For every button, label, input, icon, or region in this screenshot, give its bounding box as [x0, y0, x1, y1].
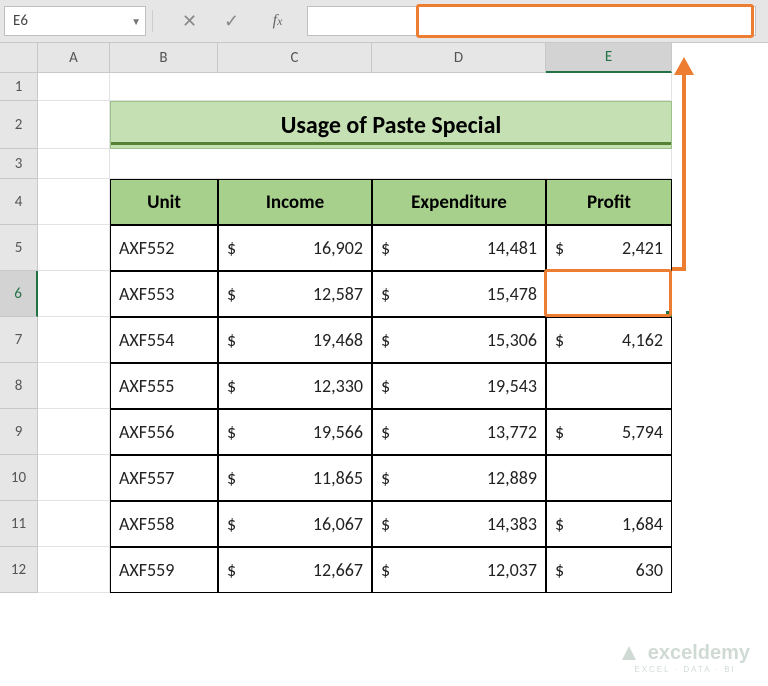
column-header-D[interactable]: D [372, 43, 546, 73]
row-header-10[interactable]: 10 [0, 455, 38, 501]
header-expenditure[interactable]: Expenditure [372, 179, 546, 225]
cell-expenditure-7[interactable]: $15,306 [372, 317, 546, 363]
cell-income-12[interactable]: $12,667 [218, 547, 372, 593]
watermark: exceldemy EXCEL · DATA · BI [620, 642, 750, 674]
formula-input[interactable] [307, 6, 756, 36]
cell-unit-7[interactable]: AXF554 [110, 317, 218, 363]
cell-A6[interactable] [38, 271, 110, 317]
cell-B1[interactable] [110, 73, 672, 101]
formula-buttons: ✕ ✓ fx [169, 6, 307, 36]
column-header-E[interactable]: E [546, 43, 672, 73]
enter-icon[interactable]: ✓ [211, 6, 253, 36]
cell-A7[interactable] [38, 317, 110, 363]
cell-A2[interactable] [38, 101, 110, 149]
header-unit[interactable]: Unit [110, 179, 218, 225]
cell-A11[interactable] [38, 501, 110, 547]
cell-income-8[interactable]: $12,330 [218, 363, 372, 409]
row-header-12[interactable]: 12 [0, 547, 38, 593]
name-box-value: E6 [13, 12, 28, 30]
cell-A8[interactable] [38, 363, 110, 409]
cell-profit-6[interactable] [546, 271, 672, 317]
cell-A3[interactable] [38, 149, 110, 179]
column-headers: ABCDE [38, 43, 672, 73]
cell-unit-8[interactable]: AXF555 [110, 363, 218, 409]
header-profit[interactable]: Profit [546, 179, 672, 225]
cell-expenditure-8[interactable]: $19,543 [372, 363, 546, 409]
cell-expenditure-12[interactable]: $12,037 [372, 547, 546, 593]
separator [152, 10, 153, 32]
cell-unit-10[interactable]: AXF557 [110, 455, 218, 501]
cell-income-7[interactable]: $19,468 [218, 317, 372, 363]
title-cell[interactable]: Usage of Paste Special [110, 101, 672, 149]
name-box-dropdown-icon[interactable]: ▼ [131, 15, 141, 28]
row-headers: 123456789101112 [0, 73, 38, 593]
arrow-head-icon [674, 57, 694, 75]
row-header-9[interactable]: 9 [0, 409, 38, 455]
cell-A9[interactable] [38, 409, 110, 455]
cell-unit-12[interactable]: AXF559 [110, 547, 218, 593]
cell-income-11[interactable]: $16,067 [218, 501, 372, 547]
cell-expenditure-10[interactable]: $12,889 [372, 455, 546, 501]
cell-income-10[interactable]: $11,865 [218, 455, 372, 501]
cell-income-9[interactable]: $19,566 [218, 409, 372, 455]
cell-A1[interactable] [38, 73, 110, 101]
row-header-8[interactable]: 8 [0, 363, 38, 409]
cell-unit-6[interactable]: AXF553 [110, 271, 218, 317]
cancel-icon[interactable]: ✕ [169, 6, 211, 36]
cell-A12[interactable] [38, 547, 110, 593]
cell-unit-9[interactable]: AXF556 [110, 409, 218, 455]
cell-B3[interactable] [110, 149, 672, 179]
logo-icon [620, 644, 638, 662]
cell-profit-8[interactable] [546, 363, 672, 409]
arrow-stub [672, 267, 686, 271]
cell-profit-7[interactable]: $4,162 [546, 317, 672, 363]
header-income[interactable]: Income [218, 179, 372, 225]
row-header-11[interactable]: 11 [0, 501, 38, 547]
fx-icon[interactable]: fx [257, 6, 299, 36]
column-header-B[interactable]: B [110, 43, 218, 73]
cell-profit-10[interactable] [546, 455, 672, 501]
cells-area: Usage of Paste Special UnitIncomeExpendit… [38, 73, 672, 593]
cell-profit-9[interactable]: $5,794 [546, 409, 672, 455]
column-header-C[interactable]: C [218, 43, 372, 73]
row-header-4[interactable]: 4 [0, 179, 38, 225]
cell-unit-5[interactable]: AXF552 [110, 225, 218, 271]
name-box[interactable]: E6 ▼ [4, 6, 146, 36]
formula-bar: E6 ▼ ✕ ✓ fx [0, 0, 768, 43]
cell-profit-5[interactable]: $2,421 [546, 225, 672, 271]
cell-unit-11[interactable]: AXF558 [110, 501, 218, 547]
cell-expenditure-5[interactable]: $14,481 [372, 225, 546, 271]
cell-income-5[interactable]: $16,902 [218, 225, 372, 271]
watermark-tagline: EXCEL · DATA · BI [620, 665, 750, 674]
cell-A4[interactable] [38, 179, 110, 225]
cell-income-6[interactable]: $12,587 [218, 271, 372, 317]
row-header-5[interactable]: 5 [0, 225, 38, 271]
cell-expenditure-6[interactable]: $15,478 [372, 271, 546, 317]
row-header-2[interactable]: 2 [0, 101, 38, 149]
watermark-brand: exceldemy [648, 642, 750, 664]
row-header-1[interactable]: 1 [0, 73, 38, 101]
cell-expenditure-9[interactable]: $13,772 [372, 409, 546, 455]
cell-expenditure-11[interactable]: $14,383 [372, 501, 546, 547]
row-header-7[interactable]: 7 [0, 317, 38, 363]
cell-A10[interactable] [38, 455, 110, 501]
cell-A5[interactable] [38, 225, 110, 271]
column-header-A[interactable]: A [38, 43, 110, 73]
cell-profit-12[interactable]: $630 [546, 547, 672, 593]
row-header-3[interactable]: 3 [0, 149, 38, 179]
arrow-line [682, 71, 686, 269]
row-header-6[interactable]: 6 [0, 271, 38, 317]
select-all-corner[interactable] [0, 43, 38, 73]
cell-profit-11[interactable]: $1,684 [546, 501, 672, 547]
